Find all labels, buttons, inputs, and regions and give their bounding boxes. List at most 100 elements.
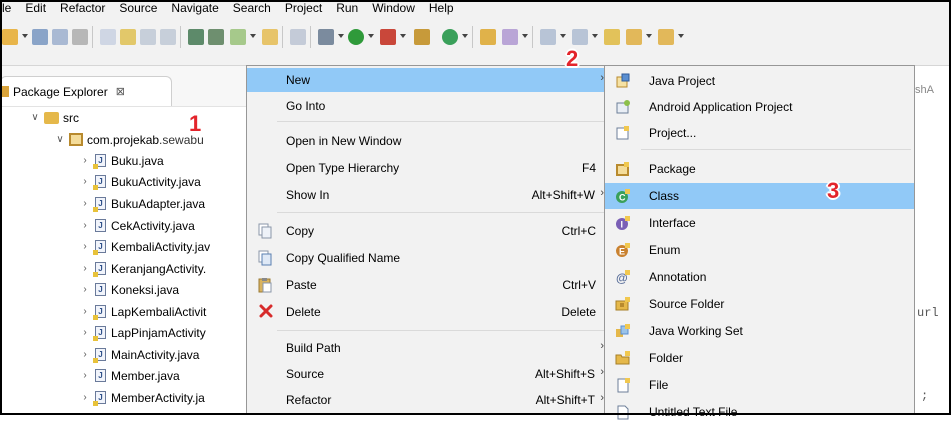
- annotation-dropdown-icon[interactable]: [522, 34, 528, 38]
- chevron-right-icon[interactable]: ›: [80, 155, 90, 166]
- run-icon[interactable]: [348, 29, 364, 45]
- chevron-right-icon[interactable]: ›: [80, 198, 90, 209]
- forward-icon[interactable]: [658, 29, 674, 45]
- tab-package-explorer[interactable]: Package Explorer ⊠: [0, 76, 172, 106]
- submenu-item-annotation[interactable]: @ Annotation: [605, 264, 914, 290]
- menu-window[interactable]: Window: [365, 0, 422, 17]
- menu-item-open-type-hierarchy[interactable]: Open Type Hierarchy F4: [247, 156, 609, 180]
- editor-area[interactable]: shA url ;: [913, 66, 951, 415]
- menu-file[interactable]: le: [0, 0, 18, 17]
- last-edit-icon[interactable]: [604, 29, 620, 45]
- save-all-icon[interactable]: [52, 29, 68, 45]
- print-icon[interactable]: [72, 29, 88, 45]
- submenu-item-folder[interactable]: Folder: [605, 345, 914, 371]
- menu-item-copy[interactable]: Copy Ctrl+C: [247, 219, 609, 243]
- submenu-item-untitled-text-file[interactable]: Untitled Text File: [605, 399, 914, 425]
- chevron-down-icon[interactable]: ∨: [30, 112, 40, 123]
- menu-item-delete[interactable]: Delete Delete: [247, 300, 609, 324]
- menu-project[interactable]: Project: [278, 0, 329, 17]
- submenu-item-enum[interactable]: E Enum: [605, 237, 914, 263]
- block-icon[interactable]: [160, 29, 176, 45]
- chevron-down-icon[interactable]: ∨: [55, 134, 65, 145]
- lint-dropdown-icon[interactable]: [250, 34, 256, 38]
- chevron-right-icon[interactable]: ›: [80, 392, 90, 403]
- submenu-item-interface[interactable]: I Interface: [605, 210, 914, 236]
- submenu-item-java-working-set[interactable]: Java Working Set: [605, 318, 914, 344]
- chevron-right-icon[interactable]: ›: [80, 284, 90, 295]
- chevron-right-icon[interactable]: ›: [80, 263, 90, 274]
- menu-item-copy-qualified-name[interactable]: Copy Qualified Name: [247, 246, 609, 270]
- forward-dropdown-icon[interactable]: [678, 34, 684, 38]
- new-class-icon[interactable]: [442, 29, 458, 45]
- menu-item-build-path[interactable]: Build Path ›: [247, 336, 609, 360]
- chevron-right-icon[interactable]: ›: [80, 327, 90, 338]
- list-item[interactable]: › J LapKembaliActivit: [80, 301, 206, 322]
- avd-manager-icon[interactable]: [208, 29, 224, 45]
- run-external-icon[interactable]: [380, 29, 396, 45]
- tree-node-package[interactable]: ∨ com.projekab .sewabu: [55, 129, 203, 150]
- external-tools-icon[interactable]: [290, 29, 306, 45]
- chevron-right-icon[interactable]: ›: [80, 241, 90, 252]
- menu-item-paste[interactable]: Paste Ctrl+V: [247, 273, 609, 297]
- list-item[interactable]: › J KembaliActivity.jav: [80, 236, 210, 257]
- menu-search[interactable]: Search: [226, 0, 278, 17]
- submenu-item-java-project[interactable]: Java Project: [605, 68, 914, 94]
- menu-item-source[interactable]: Source Alt+Shift+S ›: [247, 362, 609, 386]
- list-item[interactable]: › J KeranjangActivity.: [80, 258, 206, 279]
- menu-navigate[interactable]: Navigate: [164, 0, 225, 17]
- editor-tab-fragment[interactable]: shA: [915, 84, 934, 96]
- menu-help[interactable]: Help: [422, 0, 461, 17]
- submenu-item-source-folder[interactable]: Source Folder: [605, 291, 914, 317]
- back-dropdown-icon[interactable]: [646, 34, 652, 38]
- sdk-manager-icon[interactable]: [188, 29, 204, 45]
- new-icon[interactable]: [2, 29, 18, 45]
- new-android-icon[interactable]: [262, 29, 278, 45]
- list-item[interactable]: › J MainActivity.java: [80, 344, 199, 365]
- list-item[interactable]: › J MemberActivity.ja: [80, 387, 205, 408]
- annotation-toolbar-icon[interactable]: [502, 29, 518, 45]
- menu-item-open-in-new-window[interactable]: Open in New Window: [247, 129, 609, 153]
- next-annotation-dropdown-icon[interactable]: [560, 34, 566, 38]
- prev-annotation-dropdown-icon[interactable]: [592, 34, 598, 38]
- menu-edit[interactable]: Edit: [18, 0, 53, 17]
- submenu-item-project[interactable]: Project...: [605, 120, 914, 146]
- run-external-dropdown-icon[interactable]: [400, 34, 406, 38]
- menu-item-go-into[interactable]: Go Into: [247, 94, 609, 118]
- run-dropdown-icon[interactable]: [368, 34, 374, 38]
- open-folder-icon[interactable]: [480, 29, 496, 45]
- new-dropdown-icon[interactable]: [22, 34, 28, 38]
- chevron-right-icon[interactable]: ›: [80, 370, 90, 381]
- menu-refactor[interactable]: Refactor: [53, 0, 112, 17]
- menu-item-new[interactable]: New ›: [247, 68, 609, 92]
- next-annotation-icon[interactable]: [540, 29, 556, 45]
- back-icon[interactable]: [626, 29, 642, 45]
- chevron-right-icon[interactable]: ›: [80, 349, 90, 360]
- new-package-icon[interactable]: [414, 29, 430, 45]
- edit-icon[interactable]: [120, 29, 136, 45]
- chevron-right-icon[interactable]: ›: [80, 306, 90, 317]
- list-item[interactable]: › J Buku.java: [80, 150, 164, 171]
- lint-icon[interactable]: [230, 29, 246, 45]
- submenu-item-package[interactable]: Package: [605, 156, 914, 182]
- list-item[interactable]: › J BukuAdapter.java: [80, 193, 205, 214]
- menu-item-refactor[interactable]: Refactor Alt+Shift+T ›: [247, 388, 609, 412]
- submenu-item-file[interactable]: File: [605, 372, 914, 398]
- close-icon[interactable]: ⊠: [116, 85, 125, 98]
- menu-run[interactable]: Run: [329, 0, 365, 17]
- save-icon[interactable]: [32, 29, 48, 45]
- submenu-item-android-application-project[interactable]: Android Application Project: [605, 94, 914, 120]
- debug-dropdown-icon[interactable]: [338, 34, 344, 38]
- list-item[interactable]: › J CekActivity.java: [80, 215, 194, 236]
- prev-annotation-icon[interactable]: [572, 29, 588, 45]
- tree-node-src[interactable]: ∨ src: [30, 107, 79, 128]
- list-item[interactable]: › J BukuActivity.java: [80, 171, 201, 192]
- open-type-icon[interactable]: [100, 29, 116, 45]
- debug-icon[interactable]: [318, 29, 334, 45]
- list-item[interactable]: › J LapPinjamActivity: [80, 322, 206, 343]
- list-item[interactable]: › J Member.java: [80, 365, 179, 386]
- new-class-dropdown-icon[interactable]: [462, 34, 468, 38]
- list-item[interactable]: › J Koneksi.java: [80, 279, 179, 300]
- toggle-icon[interactable]: [140, 29, 156, 45]
- chevron-right-icon[interactable]: ›: [80, 176, 90, 187]
- submenu-item-class[interactable]: C Class: [605, 183, 914, 209]
